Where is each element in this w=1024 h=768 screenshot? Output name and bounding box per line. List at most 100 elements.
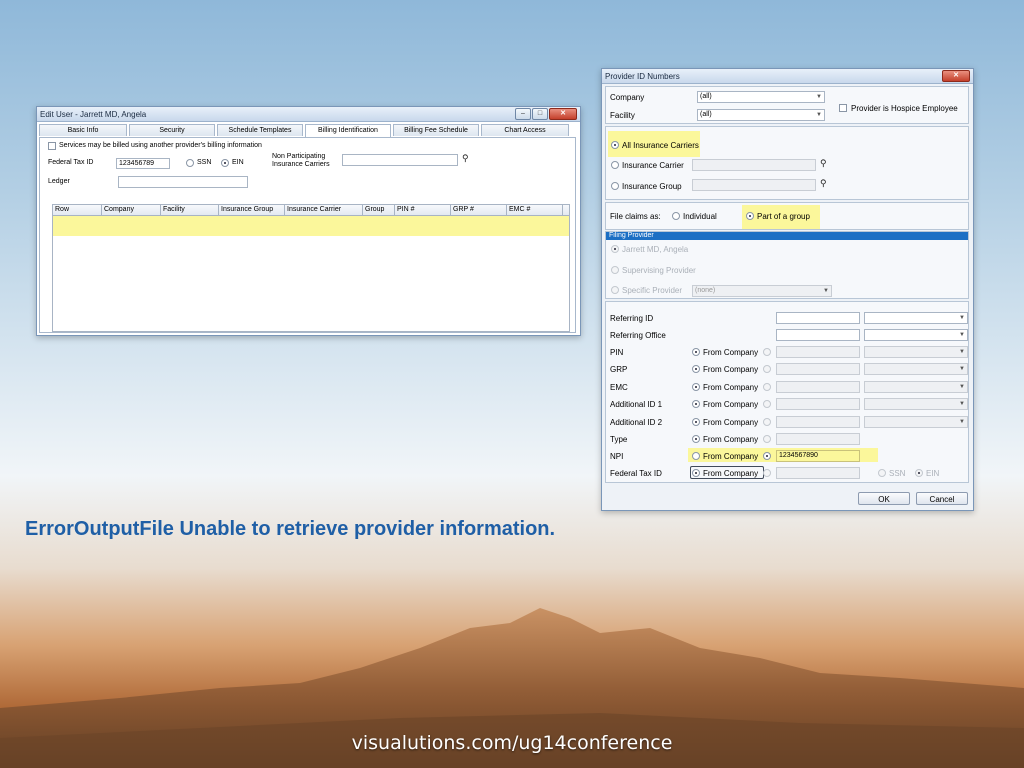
referring-id-input[interactable] [776, 312, 860, 324]
additional-id-1-from-company-radio[interactable] [692, 400, 700, 408]
facility-select[interactable]: (all) ▼ [697, 109, 825, 121]
emc-custom-radio[interactable] [763, 383, 771, 391]
grid-header: Row Company Facility Insurance Group Ins… [53, 205, 569, 216]
grid-col-facility[interactable]: Facility [161, 205, 219, 215]
ledger-input[interactable] [118, 176, 248, 188]
filing-provider-group: Filing Provider Jarrett MD, Angela Super… [605, 231, 969, 299]
tab-security[interactable]: Security [129, 124, 215, 136]
insurance-group-radio[interactable] [611, 182, 619, 190]
emc-from-company-radio[interactable] [692, 383, 700, 391]
pin-custom-radio[interactable] [763, 348, 771, 356]
type-from-company-label: From Company [703, 435, 759, 444]
filing-specific-radio[interactable] [611, 286, 619, 294]
hospice-checkbox[interactable] [839, 104, 847, 112]
company-select[interactable]: (all) ▼ [697, 91, 825, 103]
binoculars-icon[interactable]: ⚲ [820, 178, 827, 189]
grid-col-pin[interactable]: PIN # [395, 205, 451, 215]
grid-col-insurance-group[interactable]: Insurance Group [219, 205, 285, 215]
tab-chart-access[interactable]: Chart Access [481, 124, 569, 136]
grp-from-company-radio[interactable] [692, 365, 700, 373]
grp-custom-radio[interactable] [763, 365, 771, 373]
filing-supervising-radio[interactable] [611, 266, 619, 274]
federal-tax-custom-radio[interactable] [763, 469, 771, 477]
type-custom-radio[interactable] [763, 435, 771, 443]
tab-billing-fee-schedule[interactable]: Billing Fee Schedule [393, 124, 479, 136]
grid-col-emc[interactable]: EMC # [507, 205, 563, 215]
close-icon[interactable]: ✕ [549, 108, 577, 120]
tab-schedule-templates[interactable]: Schedule Templates [217, 124, 303, 136]
carrier-group: All Insurance Carriers Insurance Carrier… [605, 126, 969, 200]
pin-select[interactable]: ▼ [864, 346, 968, 358]
additional-id-2-from-company-radio[interactable] [692, 418, 700, 426]
edit-user-window: Edit User - Jarrett MD, Angela – □ ✕ Bas… [36, 106, 581, 336]
tab-basic-info[interactable]: Basic Info [39, 124, 127, 136]
referring-id-select[interactable]: ▼ [864, 312, 968, 324]
tab-billing-identification[interactable]: Billing Identification [305, 124, 391, 137]
referring-office-select[interactable]: ▼ [864, 329, 968, 341]
federal-tax-input[interactable] [776, 467, 860, 479]
all-carriers-radio[interactable] [611, 141, 619, 149]
non-participating-input[interactable] [342, 154, 458, 166]
additional-id-1-custom-radio[interactable] [763, 400, 771, 408]
chevron-down-icon: ▼ [959, 315, 965, 321]
close-icon[interactable]: ✕ [942, 70, 970, 82]
chevron-down-icon: ▼ [959, 401, 965, 407]
federal-tax-ssn-radio[interactable] [878, 469, 886, 477]
specific-provider-select[interactable]: (none) ▼ [692, 285, 832, 297]
type-input[interactable] [776, 433, 860, 445]
highlighted-grid-row[interactable] [53, 216, 569, 236]
filing-self-radio[interactable] [611, 245, 619, 253]
npi-from-company-radio[interactable] [692, 452, 700, 460]
insurance-group-label: Insurance Group [622, 182, 682, 191]
pin-input[interactable] [776, 346, 860, 358]
error-message: ErrorOutputFile Unable to retrieve provi… [25, 518, 556, 540]
company-label: Company [610, 93, 645, 102]
binoculars-icon[interactable]: ⚲ [820, 158, 827, 169]
grid-col-company[interactable]: Company [102, 205, 161, 215]
ssn-radio[interactable] [186, 159, 194, 167]
non-participating-label-1: Non Participating [272, 153, 326, 160]
federal-tax-ein-radio[interactable] [915, 469, 923, 477]
grp-select[interactable]: ▼ [864, 363, 968, 375]
services-label: Services may be billed using another pro… [59, 142, 262, 149]
grid-col-row[interactable]: Row [53, 205, 102, 215]
grid-col-group[interactable]: Group [363, 205, 395, 215]
npi-custom-radio[interactable] [763, 452, 771, 460]
npi-input[interactable]: 1234567890 [776, 450, 860, 462]
type-from-company-radio[interactable] [692, 435, 700, 443]
cancel-button[interactable]: Cancel [916, 492, 968, 505]
grid-col-grp[interactable]: GRP # [451, 205, 507, 215]
federal-tax-from-company-radio[interactable] [692, 469, 700, 477]
insurance-carrier-label: Insurance Carrier [622, 161, 684, 170]
filing-specific-label: Specific Provider [622, 286, 683, 295]
grp-input[interactable] [776, 363, 860, 375]
maximize-icon[interactable]: □ [532, 108, 548, 120]
federal-tax-input[interactable]: 123456789 [116, 158, 170, 169]
insurance-group-input[interactable] [692, 179, 816, 191]
insurance-carrier-radio[interactable] [611, 161, 619, 169]
ein-radio[interactable] [221, 159, 229, 167]
individual-radio[interactable] [672, 212, 680, 220]
facility-label: Facility [610, 111, 635, 120]
ok-button[interactable]: OK [858, 492, 910, 505]
referring-office-input[interactable] [776, 329, 860, 341]
filing-supervising-label: Supervising Provider [622, 266, 696, 275]
federal-tax-ein-label: EIN [926, 469, 940, 478]
additional-id-2-custom-radio[interactable] [763, 418, 771, 426]
filing-self-label: Jarrett MD, Angela [622, 245, 689, 254]
additional-id-2-input[interactable] [776, 416, 860, 428]
additional-id-2-select[interactable]: ▼ [864, 416, 968, 428]
services-checkbox[interactable] [48, 142, 56, 150]
part-of-group-radio[interactable] [746, 212, 754, 220]
edit-user-titlebar: Edit User - Jarrett MD, Angela – □ ✕ [37, 107, 580, 122]
emc-input[interactable] [776, 381, 860, 393]
minimize-icon[interactable]: – [515, 108, 531, 120]
insurance-carrier-input[interactable] [692, 159, 816, 171]
additional-id-1-select[interactable]: ▼ [864, 398, 968, 410]
binoculars-icon[interactable]: ⚲ [462, 153, 469, 164]
emc-select[interactable]: ▼ [864, 381, 968, 393]
pin-from-company-radio[interactable] [692, 348, 700, 356]
grid-col-insurance-carrier[interactable]: Insurance Carrier [285, 205, 363, 215]
additional-id-1-input[interactable] [776, 398, 860, 410]
federal-tax-from-company-label: From Company [703, 469, 759, 478]
